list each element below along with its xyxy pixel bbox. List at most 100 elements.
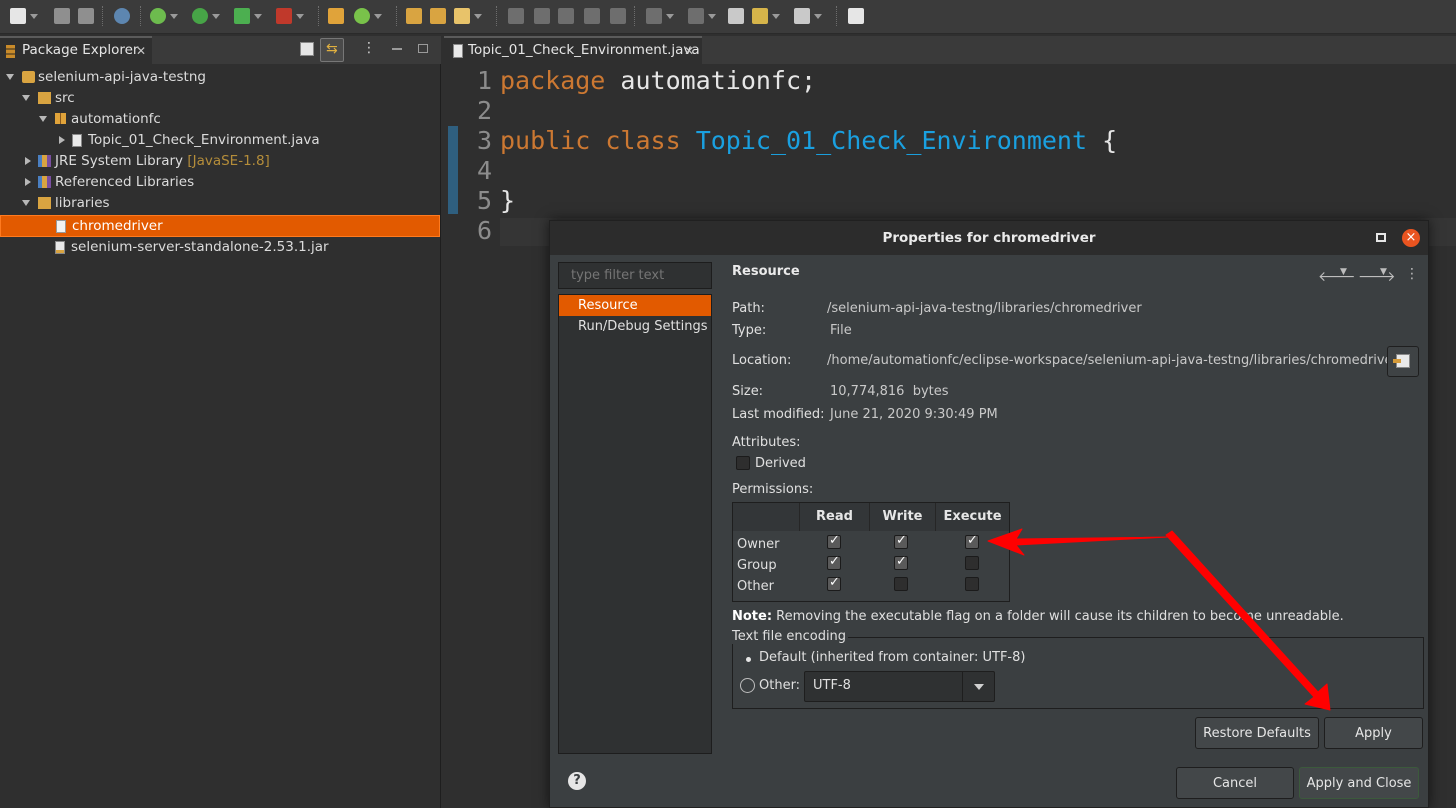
tree-item-src[interactable]: src bbox=[0, 88, 440, 109]
collapsed-arrow-icon[interactable] bbox=[59, 136, 65, 144]
search-icon[interactable] bbox=[454, 8, 482, 24]
debug-icon[interactable] bbox=[150, 8, 178, 24]
package-explorer-tab[interactable]: Package Explorer ✕ bbox=[0, 36, 152, 64]
tree-item-referenced-libraries[interactable]: Referenced Libraries bbox=[0, 172, 440, 193]
line-number: 2 bbox=[476, 96, 492, 125]
forward-arrow-icon[interactable] bbox=[794, 8, 822, 24]
code-line-1[interactable]: package automationfc; bbox=[500, 66, 816, 95]
tree-item-label: automationfc bbox=[71, 111, 161, 127]
tree-item-libraries-folder[interactable]: libraries bbox=[0, 193, 440, 214]
other-read-checkbox[interactable] bbox=[827, 575, 841, 591]
editor-tab[interactable]: Topic_01_Check_Environment.java ✕ bbox=[444, 36, 702, 64]
expanded-arrow-icon[interactable] bbox=[22, 200, 30, 206]
view-menu-icon[interactable]: ⋮ bbox=[1405, 266, 1419, 282]
nav-item-resource[interactable]: Resource bbox=[559, 295, 711, 316]
chevron-down-icon[interactable]: ▼ bbox=[1380, 267, 1387, 277]
tree-item-jre[interactable]: JRE System Library [JavaSE-1.8] bbox=[0, 151, 440, 172]
java-project-icon bbox=[22, 71, 35, 83]
owner-write-checkbox[interactable] bbox=[894, 533, 908, 549]
chevron-down-icon[interactable]: ▼ bbox=[1340, 267, 1347, 277]
tree-item-project[interactable]: selenium-api-java-testng bbox=[0, 67, 440, 88]
tree-item-package[interactable]: automationfc bbox=[0, 109, 440, 130]
tree-item-java-file[interactable]: Topic_01_Check_Environment.java bbox=[0, 130, 440, 151]
expanded-arrow-icon[interactable] bbox=[22, 95, 30, 101]
line-number: 3 bbox=[476, 126, 492, 155]
group-read-checkbox[interactable] bbox=[827, 554, 841, 570]
other-execute-checkbox[interactable] bbox=[965, 577, 979, 591]
expanded-arrow-icon[interactable] bbox=[39, 116, 47, 122]
external-tools-icon[interactable] bbox=[276, 8, 304, 24]
apply-and-close-button[interactable]: Apply and Close bbox=[1299, 767, 1419, 799]
new-java-class-icon[interactable] bbox=[354, 8, 382, 24]
package-explorer-tab-label: Package Explorer bbox=[22, 42, 139, 58]
close-icon[interactable]: ✕ bbox=[684, 44, 694, 58]
package-explorer-view: Package Explorer ✕ ⇆ ⋮ selenium-api-java… bbox=[0, 36, 441, 808]
block-selection-icon[interactable] bbox=[558, 8, 574, 24]
permissions-label: Permissions: bbox=[732, 482, 814, 497]
tree-item-chromedriver[interactable]: chromedriver bbox=[0, 215, 440, 237]
other-write-checkbox[interactable] bbox=[894, 577, 908, 591]
back-arrow-icon[interactable]: 🡐 bbox=[1318, 268, 1356, 285]
help-icon[interactable]: ? bbox=[568, 772, 586, 790]
collapse-all-icon[interactable] bbox=[300, 42, 314, 56]
group-execute-checkbox[interactable] bbox=[965, 556, 979, 570]
show-in-system-explorer-button[interactable] bbox=[1387, 346, 1419, 377]
word-wrap-icon[interactable] bbox=[584, 8, 600, 24]
coverage-icon[interactable] bbox=[234, 8, 262, 24]
pin-editor-icon[interactable] bbox=[848, 8, 864, 24]
chevron-down-icon[interactable] bbox=[962, 672, 994, 701]
nav-item-run-debug-settings[interactable]: Run/Debug Settings bbox=[559, 316, 711, 337]
collapsed-arrow-icon[interactable] bbox=[25, 157, 31, 165]
attributes-label: Attributes: bbox=[732, 435, 801, 450]
apply-button[interactable]: Apply bbox=[1324, 717, 1423, 749]
group-write-checkbox[interactable] bbox=[894, 554, 908, 570]
encoding-other-radio[interactable] bbox=[740, 678, 755, 693]
code-line-5[interactable]: } bbox=[500, 186, 515, 215]
class-name: Topic_01_Check_Environment bbox=[695, 126, 1088, 155]
maximize-icon[interactable] bbox=[1376, 233, 1386, 242]
maximize-icon[interactable] bbox=[418, 44, 428, 53]
owner-read-checkbox[interactable] bbox=[827, 533, 841, 549]
restore-defaults-button[interactable]: Restore Defaults bbox=[1195, 717, 1319, 749]
filter-input[interactable] bbox=[558, 262, 712, 289]
size-value: 10,774,816 bytes bbox=[830, 384, 949, 399]
cancel-button[interactable]: Cancel bbox=[1176, 767, 1294, 799]
collapsed-arrow-icon[interactable] bbox=[25, 178, 31, 186]
derived-checkbox[interactable] bbox=[736, 456, 750, 470]
folder-icon bbox=[38, 197, 51, 209]
keyword: public class bbox=[500, 126, 681, 155]
owner-execute-checkbox[interactable] bbox=[965, 533, 979, 549]
view-menu-icon[interactable]: ⋮ bbox=[362, 40, 376, 56]
close-icon[interactable]: ✕ bbox=[136, 44, 146, 58]
tree-item-selenium-jar[interactable]: selenium-server-standalone-2.53.1.jar bbox=[0, 237, 440, 258]
link-with-editor-icon[interactable]: ⇆ bbox=[320, 38, 344, 62]
open-type-icon[interactable] bbox=[406, 8, 422, 24]
column-header-execute: Execute bbox=[935, 503, 1009, 531]
save-icon[interactable] bbox=[54, 8, 70, 24]
code-line-3[interactable]: public class Topic_01_Check_Environment … bbox=[500, 126, 1117, 155]
minimize-icon[interactable] bbox=[392, 48, 402, 50]
encoding-select[interactable]: UTF-8 bbox=[804, 671, 995, 702]
page-title: Resource bbox=[732, 264, 800, 279]
expanded-arrow-icon[interactable] bbox=[6, 74, 14, 80]
main-toolbar bbox=[0, 0, 1456, 34]
new-icon[interactable] bbox=[10, 8, 38, 24]
toggle-breadcrumb-icon[interactable] bbox=[534, 8, 550, 24]
skip-breakpoints-icon[interactable] bbox=[114, 8, 130, 24]
back-arrow-icon[interactable] bbox=[752, 8, 780, 24]
dialog-titlebar[interactable]: Properties for chromedriver bbox=[550, 221, 1428, 255]
encoding-default-radio[interactable] bbox=[740, 651, 755, 666]
last-edit-location-icon[interactable] bbox=[728, 8, 744, 24]
next-annotation-icon[interactable] bbox=[646, 8, 674, 24]
open-resource-icon[interactable] bbox=[430, 8, 446, 24]
toggle-mark-occurrences-icon[interactable] bbox=[508, 8, 524, 24]
new-java-package-icon[interactable] bbox=[328, 8, 344, 24]
save-all-icon[interactable] bbox=[78, 8, 94, 24]
previous-annotation-icon[interactable] bbox=[688, 8, 716, 24]
forward-arrow-icon[interactable]: 🡒 bbox=[1358, 268, 1396, 285]
toolbar-separator bbox=[836, 6, 837, 26]
show-whitespace-icon[interactable] bbox=[610, 8, 626, 24]
keyword: package bbox=[500, 66, 606, 95]
run-icon[interactable] bbox=[192, 8, 220, 24]
close-icon[interactable]: × bbox=[1402, 229, 1420, 247]
